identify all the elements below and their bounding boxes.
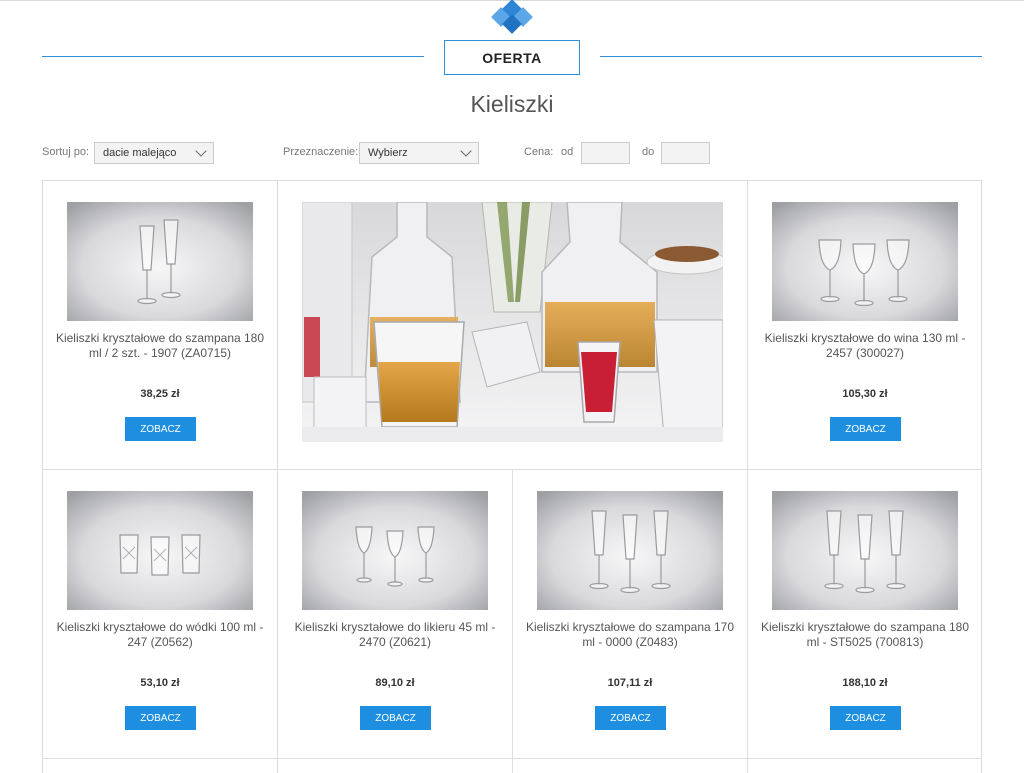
product-card[interactable]: Kieliszki kryształowe do szampana 180 ml… bbox=[42, 181, 277, 470]
product-grid: Kieliszki kryształowe do szampana 180 ml… bbox=[42, 180, 982, 773]
zobacz-button[interactable]: ZOBACZ bbox=[830, 417, 901, 441]
product-image[interactable] bbox=[67, 491, 253, 610]
banner-card bbox=[277, 181, 747, 470]
zobacz-button[interactable]: ZOBACZ bbox=[125, 706, 196, 730]
price-to-label: do bbox=[642, 146, 655, 158]
product-image[interactable] bbox=[537, 491, 723, 610]
product-image[interactable] bbox=[302, 491, 488, 610]
section-label-oferta: OFERTA bbox=[444, 40, 580, 75]
product-card[interactable] bbox=[277, 759, 512, 773]
product-image[interactable] bbox=[772, 491, 958, 610]
section-divider-right bbox=[600, 56, 982, 57]
purpose-select[interactable]: Wybierz bbox=[359, 142, 479, 164]
chevron-down-icon bbox=[195, 145, 207, 157]
product-card[interactable] bbox=[512, 759, 747, 773]
product-name[interactable]: Kieliszki kryształowe do szampana 180 ml… bbox=[760, 620, 970, 650]
zobacz-button[interactable]: ZOBACZ bbox=[595, 706, 666, 730]
purpose-label: Przeznaczenie: bbox=[283, 146, 359, 158]
product-name[interactable]: Kieliszki kryształowe do wina 130 ml - 2… bbox=[760, 331, 970, 361]
page-title: Kieliszki bbox=[470, 91, 554, 117]
product-name[interactable]: Kieliszki kryształowe do likieru 45 ml -… bbox=[290, 620, 500, 650]
product-image[interactable] bbox=[772, 202, 958, 321]
product-name[interactable]: Kieliszki kryształowe do szampana 170 ml… bbox=[525, 620, 735, 650]
section-divider-left bbox=[42, 56, 424, 57]
product-card[interactable]: Kieliszki kryształowe do szampana 170 ml… bbox=[512, 470, 747, 759]
product-card[interactable]: Kieliszki kryształowe do wina 130 ml - 2… bbox=[747, 181, 982, 470]
zobacz-button[interactable]: ZOBACZ bbox=[360, 706, 431, 730]
product-card[interactable] bbox=[42, 759, 277, 773]
price-to-input[interactable] bbox=[661, 142, 710, 164]
product-card[interactable]: Kieliszki kryształowe do wódki 100 ml - … bbox=[42, 470, 277, 759]
price-from-input[interactable] bbox=[581, 142, 630, 164]
product-card[interactable] bbox=[747, 759, 982, 773]
product-price: 53,10 zł bbox=[140, 677, 180, 689]
product-image[interactable] bbox=[67, 202, 253, 321]
product-price: 89,10 zł bbox=[375, 677, 415, 689]
sort-select-value: dacie malejąco bbox=[103, 147, 177, 159]
product-name[interactable]: Kieliszki kryształowe do wódki 100 ml - … bbox=[55, 620, 265, 650]
product-price: 188,10 zł bbox=[842, 677, 888, 689]
product-card[interactable]: Kieliszki kryształowe do szampana 180 ml… bbox=[747, 470, 982, 759]
purpose-select-value: Wybierz bbox=[368, 147, 408, 159]
banner-image-decanters[interactable] bbox=[302, 202, 723, 442]
zobacz-button[interactable]: ZOBACZ bbox=[830, 706, 901, 730]
price-from-label: od bbox=[561, 146, 574, 158]
chevron-down-icon bbox=[460, 145, 472, 157]
product-card[interactable]: Kieliszki kryształowe do likieru 45 ml -… bbox=[277, 470, 512, 759]
sort-select[interactable]: dacie malejąco bbox=[94, 142, 214, 164]
zobacz-button[interactable]: ZOBACZ bbox=[125, 417, 196, 441]
product-price: 38,25 zł bbox=[140, 388, 180, 400]
price-label: Cena: bbox=[524, 146, 554, 158]
product-price: 107,11 zł bbox=[607, 677, 653, 689]
logo-diamonds-icon[interactable] bbox=[490, 0, 534, 34]
sort-label: Sortuj po: bbox=[42, 146, 90, 158]
product-price: 105,30 zł bbox=[842, 388, 888, 400]
product-name[interactable]: Kieliszki kryształowe do szampana 180 ml… bbox=[55, 331, 265, 361]
